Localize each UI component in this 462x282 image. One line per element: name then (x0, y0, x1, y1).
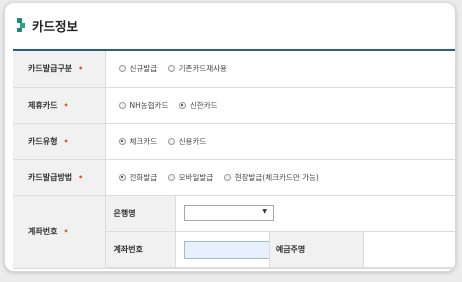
row-issue-type: 카드발급구분 • 신규발급 기존카드재사용 (13, 51, 455, 88)
required-mark: • (78, 64, 84, 74)
radio-circle-icon[interactable] (223, 173, 231, 181)
dropdown-arrow-icon: ▼ (262, 208, 267, 216)
radio-circle-icon[interactable] (118, 65, 126, 73)
radio-check-card[interactable]: 체크카드 (118, 136, 157, 147)
radio-nh-card[interactable]: NH농협카드 (118, 100, 168, 111)
bank-select[interactable]: ▼ (184, 205, 274, 222)
radio-circle-icon[interactable] (118, 101, 126, 109)
radio-shinhan-card[interactable]: 신한카드 (178, 100, 218, 111)
row-issue-method: 카드발급방법 • 전화발급 모바일발급 현장발급(체크카드만 가능) (13, 159, 455, 196)
radio-circle-icon[interactable] (167, 173, 175, 181)
radio-mobile-issue[interactable]: 모바일발급 (167, 172, 213, 183)
account-subtable: 은행명 ▼ 계좌번호 예금주명 (105, 195, 455, 268)
row-label: 카드발급방법 (28, 172, 73, 182)
required-mark: • (78, 172, 84, 182)
required-mark: • (63, 227, 69, 237)
radio-credit-card[interactable]: 신용카드 (167, 136, 206, 147)
required-mark: • (63, 100, 69, 110)
radio-phone-issue[interactable]: 전화발급 (118, 172, 157, 183)
radio-checked-icon[interactable] (178, 101, 186, 109)
section-header: 카드정보 (5, 3, 455, 49)
radio-reuse-card[interactable]: 기존카드재사용 (167, 63, 227, 74)
card-form-table: 카드발급구분 • 신규발급 기존카드재사용 제휴카드 • NH농협카드 신한카드 카… (13, 51, 455, 269)
row-label: 제휴카드 (28, 100, 58, 110)
row-partner-card: 제휴카드 • NH농협카드 신한카드 (13, 87, 455, 124)
holder-name-label: 예금주명 (268, 231, 364, 268)
row-label: 카드유형 (28, 136, 58, 146)
radio-circle-icon[interactable] (167, 65, 175, 73)
radio-onsite-issue[interactable]: 현장발급(체크카드만 가능) (223, 172, 319, 183)
bank-label: 은행명 (105, 195, 176, 232)
section-bullet-icon (17, 18, 27, 32)
account-number-input[interactable] (184, 240, 276, 259)
section-title: 카드정보 (32, 19, 79, 34)
card-info-panel: 카드정보 카드발급구분 • 신규발급 기존카드재사용 제휴카드 • NH농협카드 신… (4, 2, 456, 272)
holder-name-value (362, 231, 455, 268)
radio-new-issue[interactable]: 신규발급 (118, 63, 157, 74)
account-number-label: 계좌번호 (105, 231, 176, 268)
required-mark: • (63, 136, 69, 146)
radio-checked-icon[interactable] (118, 137, 126, 145)
radio-checked-icon[interactable] (118, 173, 126, 181)
row-card-type: 카드유형 • 체크카드 신용카드 (13, 123, 455, 160)
row-account: 계좌번호 • 은행명 ▼ 계좌번호 예금주명 (13, 195, 455, 269)
row-label: 계좌번호 (28, 227, 58, 237)
radio-circle-icon[interactable] (167, 137, 175, 145)
row-label: 카드발급구분 (28, 64, 73, 74)
